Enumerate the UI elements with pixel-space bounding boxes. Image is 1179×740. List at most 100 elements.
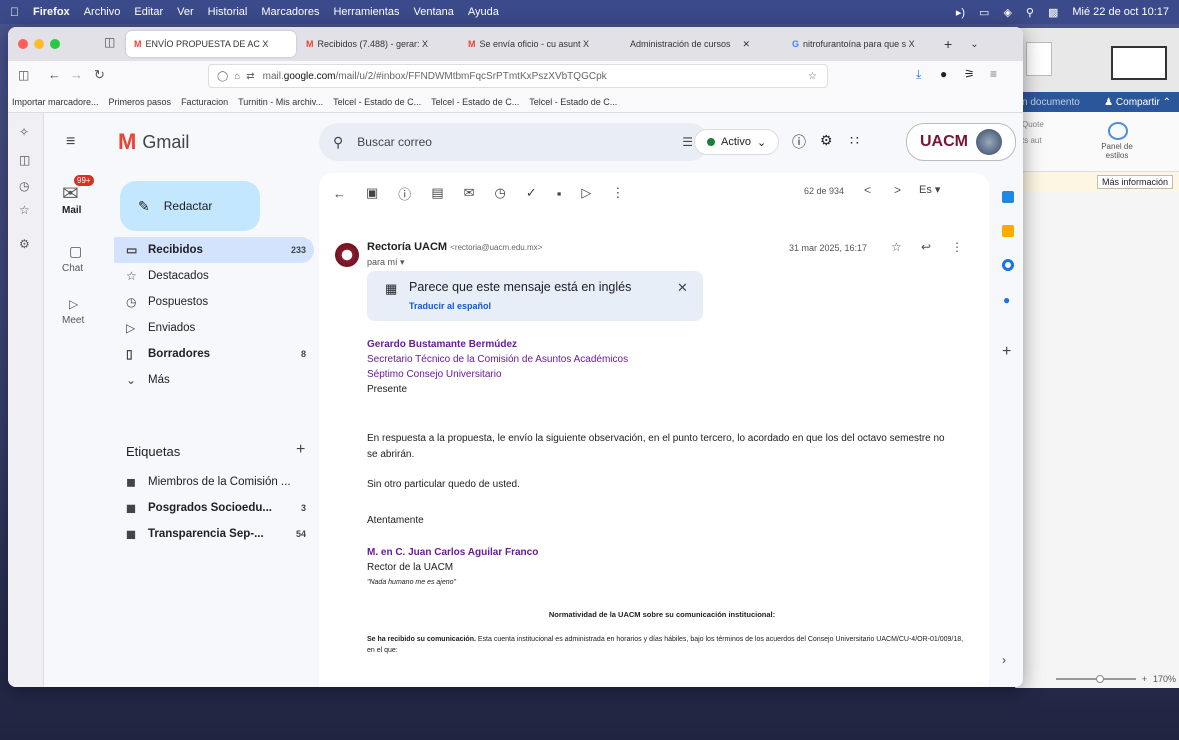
rail-meet-label[interactable]: Meet (62, 315, 84, 326)
more-message-icon[interactable]: ⋮ (951, 240, 963, 254)
styles-pane-label[interactable]: Panel de estilos (1092, 142, 1142, 160)
back-icon[interactable]: ← (48, 67, 61, 82)
report-spam-icon[interactable]: ⓘ (398, 184, 411, 203)
apps-grid-icon[interactable]: ∷ (850, 132, 859, 149)
tab-cursos[interactable]: Administración de cursos ✕ (622, 31, 782, 57)
menubar-app[interactable]: Firefox (33, 6, 70, 18)
forward-icon[interactable]: → (70, 67, 83, 82)
folder-pospuestos[interactable]: ◷ Pospuestos (114, 289, 314, 315)
bookmarks-icon[interactable]: ☆ (19, 203, 30, 217)
input-tools-button[interactable]: Es ▾ (919, 183, 940, 196)
permissions-icon[interactable]: ⇄ (246, 71, 254, 82)
tasks-icon[interactable] (1002, 259, 1014, 271)
spotlight-icon[interactable]: ⚲ (1026, 6, 1034, 19)
compose-button[interactable]: ✎ Redactar (120, 181, 260, 231)
calendar-icon[interactable] (1002, 191, 1014, 203)
sender-line[interactable]: Rectoría UACM <rectoria@uacm.edu.mx> (367, 241, 542, 253)
bookmark-facturacion[interactable]: Facturacion (181, 97, 228, 107)
extensions-icon[interactable]: ⚞ (964, 67, 975, 81)
hide-panel-icon[interactable]: › (1002, 653, 1006, 667)
close-window-icon[interactable] (18, 39, 28, 49)
mark-unread-icon[interactable]: ✉ (464, 185, 475, 201)
star-message-icon[interactable]: ☆ (891, 240, 902, 254)
reply-icon[interactable]: ↩ (921, 240, 931, 254)
layout-icon[interactable] (1111, 46, 1167, 80)
ai-icon[interactable]: ✧ (19, 125, 29, 139)
menu-icon[interactable]: ≡ (990, 67, 997, 81)
search-options-icon[interactable]: ☰ (682, 135, 693, 149)
bookmark-star-icon[interactable]: ☆ (808, 71, 817, 82)
settings-gear-icon[interactable]: ⚙ (820, 132, 833, 149)
folder-enviados[interactable]: ▷ Enviados (114, 315, 314, 341)
style-item[interactable]: ts aut (1022, 136, 1042, 145)
menu-archivo[interactable]: Archivo (84, 6, 121, 18)
styles-pane-icon[interactable] (1108, 122, 1128, 140)
tab-recibidos[interactable]: M Recibidos (7.488) - gerar: X (298, 31, 458, 57)
label-transparencia[interactable]: ◼ Transparencia Sep-... 54 (114, 521, 314, 547)
bookmark-telcel-2[interactable]: Telcel - Estado de C... (431, 97, 519, 107)
document-thumbnail-icon[interactable] (1026, 42, 1052, 76)
folder-destacados[interactable]: ☆ Destacados (114, 263, 314, 289)
tab-oficio[interactable]: M Se envía oficio - cu asunt X (460, 31, 620, 57)
menu-ver[interactable]: Ver (177, 6, 194, 18)
menu-editar[interactable]: Editar (134, 6, 163, 18)
chat-icon[interactable]: ▢ (69, 243, 82, 260)
translate-link[interactable]: Traducir al español (409, 301, 491, 311)
status-button[interactable]: Activo ⌄ (694, 129, 780, 155)
label-as-icon[interactable]: ▷ (581, 185, 591, 201)
more-info-button[interactable]: Más información (1096, 175, 1173, 189)
back-to-inbox-icon[interactable]: ← (333, 186, 346, 201)
menu-ayuda[interactable]: Ayuda (468, 6, 499, 18)
search-input[interactable]: Buscar correo (357, 135, 432, 149)
url-bar[interactable]: ◯ ⌂ ⇄ mail. google.com/mail/u/2/#inbox/FF… (208, 64, 828, 88)
recipient-toggle[interactable]: para mí ▾ (367, 257, 405, 268)
bookmark-telcel-3[interactable]: Telcel - Estado de C... (529, 97, 617, 107)
keep-icon[interactable] (1002, 225, 1014, 237)
zoom-control[interactable]: +170% (1026, 672, 1176, 686)
folder-recibidos[interactable]: ▭ Recibidos 233 (114, 237, 314, 263)
search-bar[interactable]: ⚲ Buscar correo ☰ (319, 123, 709, 161)
account-brand[interactable]: UACM (906, 123, 1016, 161)
rail-mail[interactable]: ✉ 99+ (62, 175, 94, 205)
bookmark-telcel-1[interactable]: Telcel - Estado de C... (333, 97, 421, 107)
folder-borradores[interactable]: ▯ Borradores 8 (114, 341, 314, 367)
contacts-icon[interactable]: ● (1003, 293, 1023, 307)
new-tab-icon[interactable]: + (936, 31, 960, 57)
settings-icon[interactable]: ⚙ (19, 237, 30, 251)
menubar-clock[interactable]: Mié 22 de oct 10:17 (1072, 6, 1169, 18)
tabs-sync-icon[interactable]: ◫ (19, 153, 30, 167)
avatar[interactable] (976, 129, 1002, 155)
close-icon[interactable]: ✕ (677, 280, 688, 296)
menu-ventana[interactable]: Ventana (413, 6, 453, 18)
prev-icon[interactable]: < (864, 183, 871, 197)
maximize-window-icon[interactable] (50, 39, 60, 49)
tab-envio-propuesta[interactable]: M ENVÍO PROPUESTA DE AC X (126, 31, 296, 57)
next-icon[interactable]: > (894, 183, 901, 197)
account-icon[interactable]: ● (940, 67, 947, 81)
reload-icon[interactable]: ↻ (94, 67, 105, 83)
bookmark-primeros-pasos[interactable]: Primeros pasos (109, 97, 172, 107)
help-icon[interactable]: ⓘ (792, 132, 806, 152)
add-addon-icon[interactable]: + (1002, 343, 1023, 361)
archive-icon[interactable]: ▣ (366, 185, 378, 201)
apple-icon[interactable]:  (10, 5, 19, 19)
tab-overview-icon[interactable]: ◫ (104, 35, 115, 49)
wifi-icon[interactable]: ◈ (1003, 6, 1011, 19)
tab-nitrofurantoina[interactable]: Gnitrofurantoína para que s X (784, 31, 934, 57)
bookmark-turnitin[interactable]: Turnitin - Mis archiv... (238, 97, 323, 107)
folder-mas[interactable]: ⌄ Más (114, 367, 314, 393)
lock-icon[interactable]: ⌂ (234, 71, 240, 82)
add-task-icon[interactable]: ✓ (526, 185, 537, 201)
more-icon[interactable]: ⋮ (611, 185, 624, 201)
minimize-window-icon[interactable] (34, 39, 44, 49)
battery-icon[interactable]: ▭ (979, 6, 989, 19)
tab-list-icon[interactable]: ⌄ (962, 31, 986, 57)
bookmark-import[interactable]: Importar marcadore... (12, 97, 99, 107)
gmail-logo[interactable]: M Gmail (118, 129, 189, 155)
control-center-icon[interactable]: ▩ (1048, 6, 1058, 19)
label-posgrados[interactable]: ◼ Posgrados Socioedu... 3 (114, 495, 314, 521)
history-icon[interactable]: ◷ (19, 179, 29, 193)
menu-herramientas[interactable]: Herramientas (333, 6, 399, 18)
sidebar-toggle-icon[interactable]: ◫ (18, 68, 29, 82)
downloads-icon[interactable]: ⤓ (916, 67, 921, 82)
